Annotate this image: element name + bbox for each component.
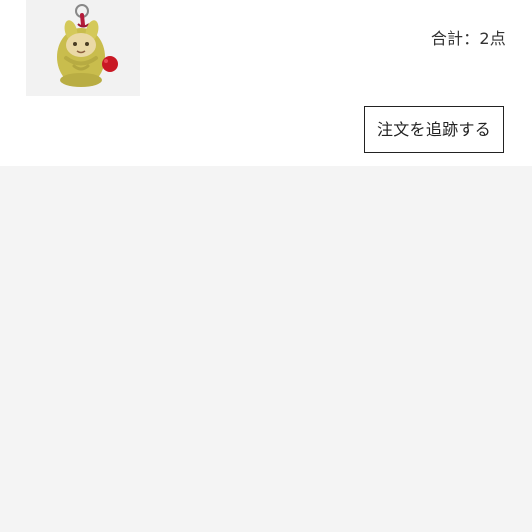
empty-background-area xyxy=(0,166,532,532)
product-thumbnail[interactable] xyxy=(26,0,140,96)
order-summary-card: 合計：2点 注文を追跡する xyxy=(0,0,532,166)
track-order-button[interactable]: 注文を追跡する xyxy=(364,106,504,153)
page: 合計：2点 注文を追跡する xyxy=(0,0,532,532)
keychain-plush-icon xyxy=(26,0,140,96)
order-total-count: 合計：2点 xyxy=(430,29,506,48)
